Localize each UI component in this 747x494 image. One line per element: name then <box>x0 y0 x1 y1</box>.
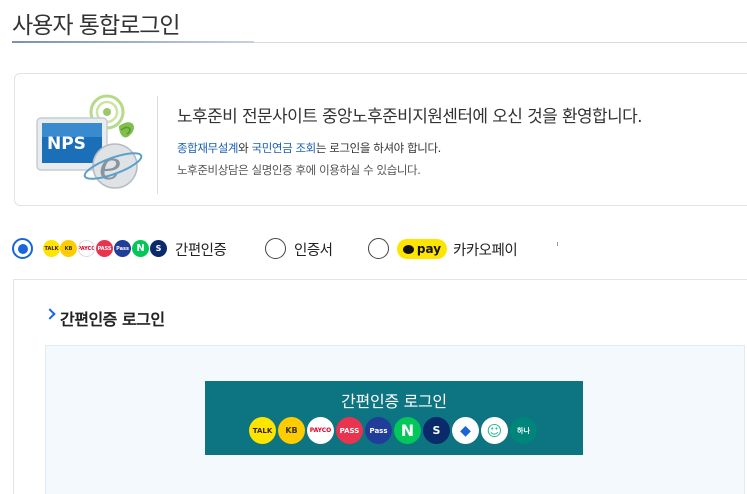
svg-text:NPS: NPS <box>47 134 86 154</box>
kakaotalk-icon: TALK <box>43 240 60 257</box>
pension-inquiry-highlight: 국민연금 조회 <box>251 141 317 155</box>
simple-auth-provider-icons: TALK KB PAYCO PASS Pass N S <box>43 240 171 258</box>
section-title: 간편인증 로그인 <box>60 310 165 329</box>
kb-icon: KB <box>278 417 305 444</box>
samsung-pass-icon: Pass <box>114 240 131 257</box>
naver-icon: N <box>132 240 149 257</box>
login-panel: 간편인증 로그인 간편인증 로그인 TALK KB PAYCO PASS Pas… <box>13 279 747 494</box>
auth-method-selector: TALK KB PAYCO PASS Pass N S 간편인증 인증서 pay… <box>12 236 572 262</box>
simple-auth-login-button[interactable]: 간편인증 로그인 TALK KB PAYCO PASS Pass N S ◆ ☺… <box>205 381 583 455</box>
title-divider-accent <box>12 41 254 43</box>
intro-divider <box>157 96 158 194</box>
shinhan-icon: S <box>150 240 167 257</box>
login-area: 간편인증 로그인 TALK KB PAYCO PASS Pass N S ◆ ☺… <box>45 345 745 494</box>
certificate-label[interactable]: 인증서 <box>294 239 333 260</box>
samsung-pass-icon: Pass <box>365 417 392 444</box>
decorative-mark <box>557 242 558 246</box>
payco-icon: PAYCO <box>307 417 334 444</box>
consult-notice: 노후준비상담은 실명인증 후에 이용하실 수 있습니다. <box>177 163 421 177</box>
page-title: 사용자 통합로그인 <box>12 13 181 39</box>
financial-planning-highlight: 종합재무설계 <box>177 141 239 155</box>
chevron-right-icon <box>44 308 56 320</box>
login-notice: 종합재무설계와 국민연금 조회는 로그인을 하셔야 합니다. <box>177 141 441 155</box>
toss-icon: ◆ <box>452 417 479 444</box>
certificate-radio[interactable] <box>265 238 286 259</box>
svg-text:e: e <box>99 144 122 188</box>
login-provider-icons: TALK KB PAYCO PASS Pass N S ◆ ☺ 하나 <box>249 417 539 445</box>
simple-auth-radio[interactable] <box>12 238 33 259</box>
payco-icon: PAYCO <box>78 240 95 257</box>
pass-icon: PASS <box>96 240 113 257</box>
kakaopay-radio[interactable] <box>368 238 389 259</box>
kb-icon: KB <box>60 240 77 257</box>
simple-auth-label[interactable]: 간편인증 <box>175 239 227 260</box>
nps-logo: NPS e <box>33 86 151 196</box>
kakaopay-label[interactable]: 카카오페이 <box>453 239 518 260</box>
welcome-message: 노후준비 전문사이트 중앙노후준비지원센터에 오신 것을 환영합니다. <box>177 107 643 127</box>
pass-icon: PASS <box>336 417 363 444</box>
intro-box: NPS e 노후준비 전문사이트 중앙노후준비지원센터에 오신 것을 환영합니다… <box>14 73 747 206</box>
kakao-bubble-icon <box>402 244 414 254</box>
kakaotalk-icon: TALK <box>249 417 276 444</box>
hana-icon: ☺ <box>481 417 508 444</box>
login-button-label: 간편인증 로그인 <box>341 392 447 411</box>
kakaopay-badge: pay <box>397 239 447 259</box>
naver-icon: N <box>394 417 421 444</box>
hana-bank-icon: 하나 <box>510 417 537 444</box>
shinhan-icon: S <box>423 417 450 444</box>
